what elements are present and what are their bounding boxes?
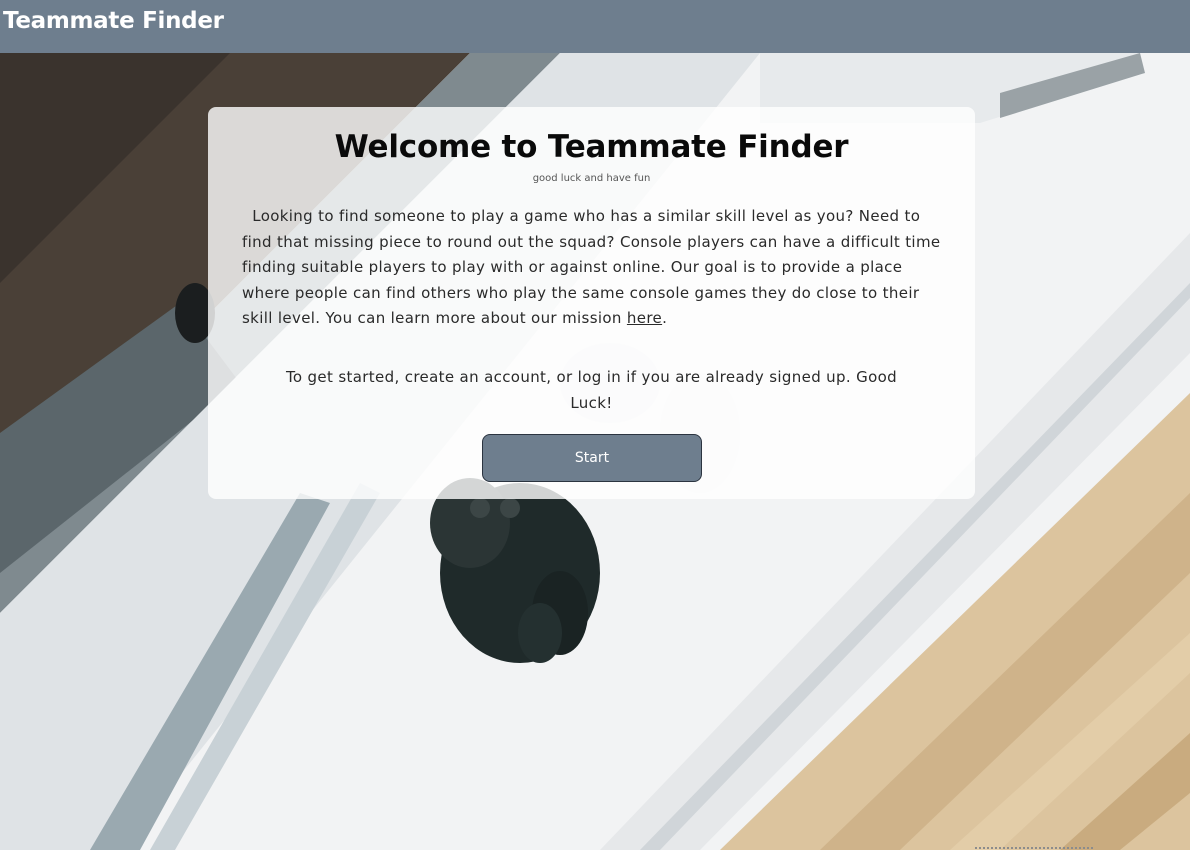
cta-paragraph: To get started, create an account, or lo… [285, 368, 898, 412]
welcome-card: Welcome to Teammate Finder good luck and… [208, 107, 975, 499]
brand-link[interactable]: Teammate Finder [3, 8, 224, 34]
scroll-dots [975, 845, 1093, 849]
mission-link[interactable]: here [627, 309, 662, 327]
page: Teammate Finder Welcome to Teammate Find… [0, 0, 1190, 850]
welcome-subtitle: good luck and have fun [532, 173, 651, 184]
intro-paragraph: Looking to find someone to play a game w… [242, 204, 947, 332]
intro-text: Looking to find someone to play a game w… [242, 207, 941, 327]
intro-end: . [662, 309, 668, 327]
welcome-title: Welcome to Teammate Finder [334, 129, 849, 165]
navbar: Teammate Finder [0, 0, 1190, 53]
start-button[interactable]: Start [482, 434, 702, 482]
